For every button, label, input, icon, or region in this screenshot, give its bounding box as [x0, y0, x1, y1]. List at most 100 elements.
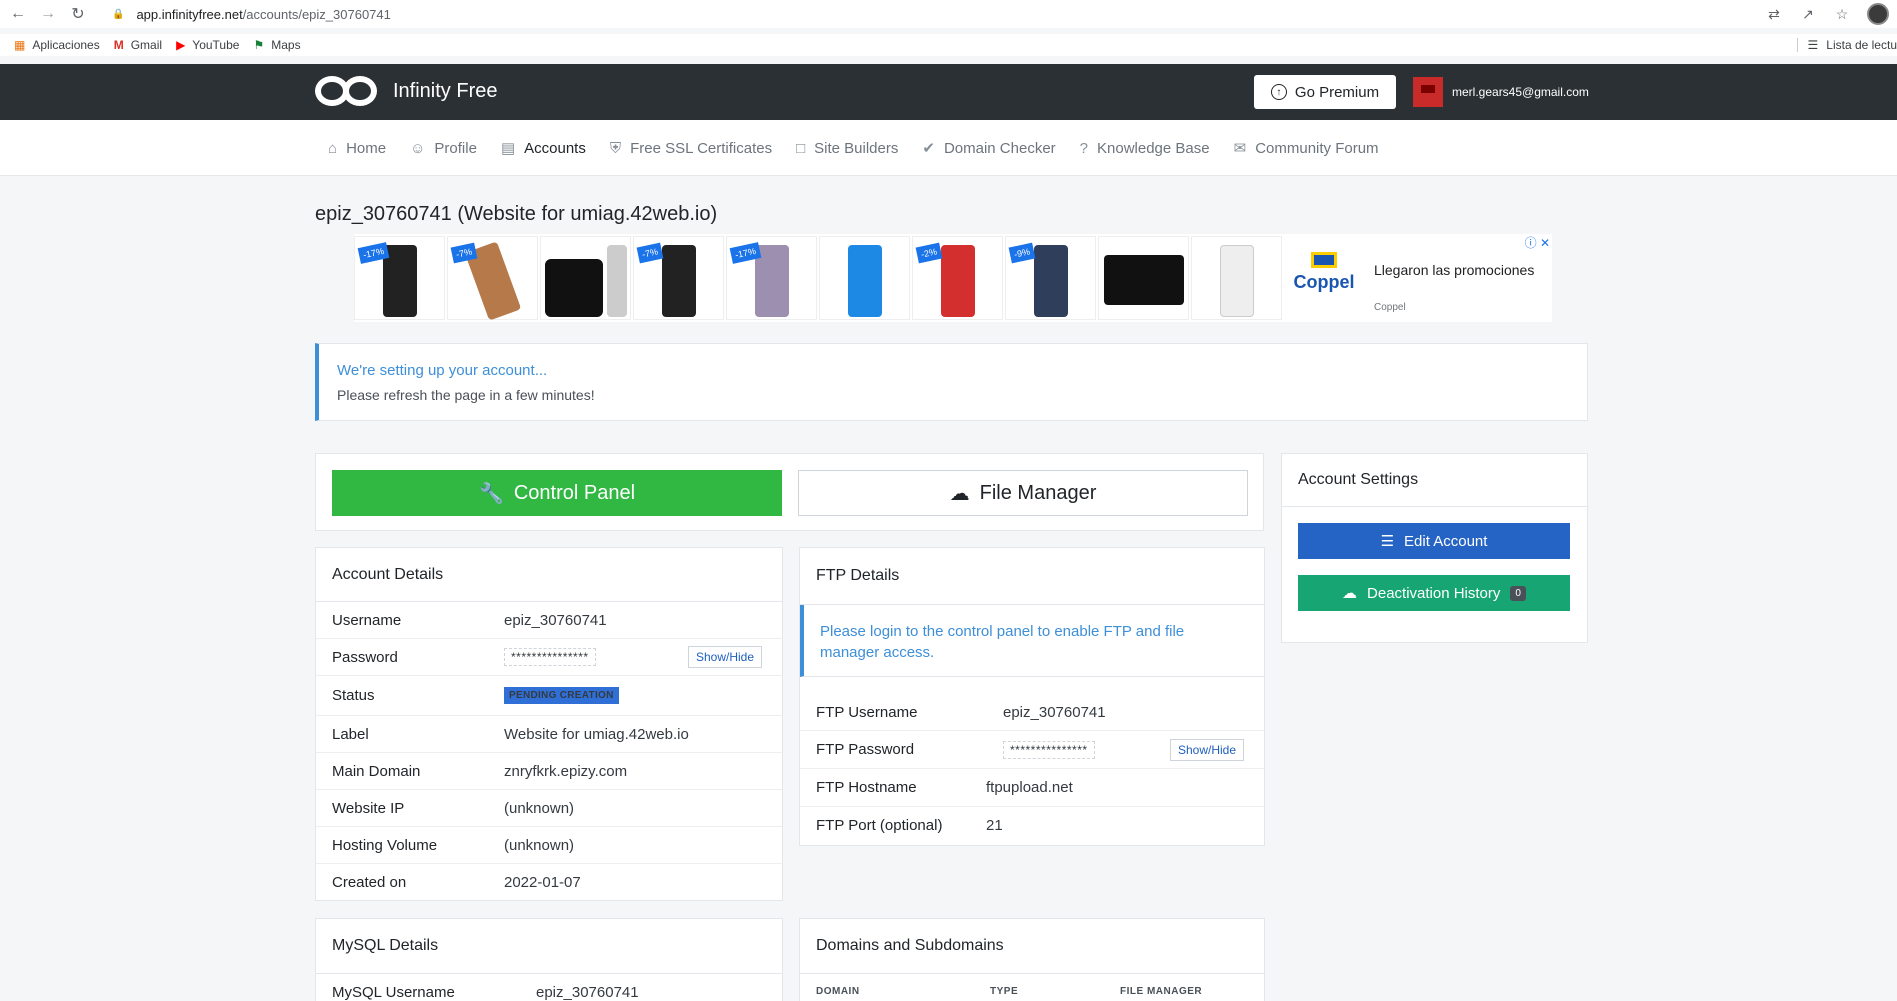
ad-product[interactable]: -17%	[354, 236, 445, 320]
coppel-logo: Coppel	[1288, 252, 1360, 293]
status-badge: PENDING CREATION	[504, 687, 619, 704]
forum-icon: ✉	[1233, 140, 1247, 157]
nav-item-profile[interactable]: ☺ Profile	[410, 139, 477, 157]
deactivation-history-button[interactable]: ☁ Deactivation History 0	[1298, 575, 1570, 611]
nav-item-site-builders[interactable]: □ Site Builders	[796, 139, 898, 157]
page-title: epiz_30760741 (Website for umiag.42web.i…	[315, 203, 718, 225]
ad-source: Coppel	[1374, 302, 1406, 313]
ad-product[interactable]	[819, 236, 910, 320]
bookmark-youtube[interactable]: ▶ YouTube	[176, 38, 239, 52]
history-count-badge: 0	[1510, 585, 1526, 601]
table-row: Hosting Volume (unknown)	[316, 827, 782, 864]
ad-product[interactable]	[1098, 236, 1189, 320]
maps-icon: ⚑	[253, 38, 265, 52]
sliders-icon: ☰	[1380, 533, 1395, 550]
logo-text: Infinity Free	[393, 79, 498, 102]
ad-product[interactable]	[540, 236, 631, 320]
control-panel-button[interactable]: 🔧 Control Panel	[332, 470, 782, 516]
user-menu[interactable]: merl.gears45@gmail.com	[1413, 77, 1589, 107]
ftp-details-title: FTP Details	[800, 548, 1264, 605]
file-manager-button[interactable]: ☁ File Manager	[798, 470, 1248, 516]
paint-roller-icon: □	[796, 139, 806, 157]
nav-item-accounts[interactable]: ▤ Accounts	[500, 139, 586, 158]
account-details-title: Account Details	[316, 548, 782, 602]
nav-item-home[interactable]: ⌂ Home	[328, 139, 386, 157]
account-details-card: Account Details Username epiz_30760741 P…	[315, 547, 783, 901]
account-settings-title: Account Settings	[1282, 454, 1587, 507]
bookmarks-bar: ▦ Aplicaciones M Gmail ▶ YouTube ⚑ Maps ☰ Lis…	[0, 34, 1897, 56]
forward-icon[interactable]: →	[36, 2, 60, 26]
password-show-hide-button[interactable]: Show/Hide	[688, 646, 763, 668]
table-row: Password *************** Show/Hide	[316, 639, 782, 676]
user-icon: ☺	[410, 139, 426, 157]
column-header-type: TYPE	[990, 986, 1019, 997]
created-on-value: 2022-01-07	[504, 874, 581, 891]
bookmark-apps[interactable]: ▦ Aplicaciones	[14, 38, 100, 52]
alert-title: We're setting up your account...	[337, 362, 548, 379]
apps-grid-icon: ▦	[14, 38, 26, 52]
profile-avatar[interactable]	[1867, 3, 1889, 25]
table-row: Main Domain znryfkrk.epizy.com	[316, 753, 782, 790]
avatar	[1413, 77, 1443, 107]
actions-card: 🔧 Control Panel ☁ File Manager	[315, 453, 1264, 531]
url-path: /accounts/epiz_30760741	[242, 6, 391, 22]
site-header: Infinity Free ↑ Go Premium merl.gears45@…	[0, 64, 1897, 120]
account-settings-card: Account Settings ☰ Edit Account ☁ Deacti…	[1281, 453, 1588, 643]
mysql-details-card: MySQL Details MySQL Username epiz_307607…	[315, 918, 783, 1001]
hosting-volume-value: (unknown)	[504, 836, 575, 854]
check-circle-icon: ✔	[922, 140, 935, 157]
ad-product[interactable]: -9%	[1005, 236, 1096, 320]
ftp-username-value: epiz_30760741	[1003, 703, 1106, 721]
ad-headline: Llegaron las promociones	[1374, 262, 1535, 278]
ftp-password-show-hide-button[interactable]: Show/Hide	[1170, 738, 1245, 761]
nav-item-community-forum[interactable]: ✉ Community Forum	[1233, 139, 1379, 158]
address-bar[interactable]: 🔒 app.infinityfree.net /accounts/epiz_30…	[112, 7, 391, 22]
ad-product[interactable]: -17%	[726, 236, 817, 320]
table-row: Website IP (unknown)	[316, 790, 782, 827]
nav-item-domain-checker[interactable]: ✔ Domain Checker	[922, 139, 1055, 158]
back-icon[interactable]: ←	[6, 2, 30, 26]
home-icon: ⌂	[328, 139, 338, 157]
username-value: epiz_30760741	[504, 611, 607, 629]
ad-product[interactable]	[1191, 236, 1282, 320]
ad-product[interactable]: -7%	[447, 236, 538, 321]
translate-icon[interactable]: ⇄	[1765, 6, 1783, 23]
infinity-logo-icon	[315, 74, 379, 108]
gmail-icon: M	[113, 38, 124, 52]
ad-banner[interactable]: -17% -7% -7% -17% -2% -9% Coppel Llegaro…	[354, 234, 1552, 322]
ad-product[interactable]: -7%	[633, 236, 724, 320]
browser-toolbar: ← → ↻ 🔒 app.infinityfree.net /accounts/e…	[0, 0, 1897, 28]
table-row: Status PENDING CREATION	[316, 676, 782, 716]
wrench-icon: 🔧	[478, 482, 504, 505]
edit-account-button[interactable]: ☰ Edit Account	[1298, 523, 1570, 559]
password-mask: ***************	[504, 648, 596, 666]
reload-icon[interactable]: ↻	[66, 2, 90, 26]
column-header-file-manager: FILE MANAGER	[1120, 986, 1203, 997]
table-row: MySQL Username epiz_30760741	[332, 984, 639, 1001]
ftp-password-mask: ***************	[1003, 740, 1095, 759]
label-value: Website for umiag.42web.io	[504, 725, 689, 743]
share-icon[interactable]: ↗	[1799, 6, 1817, 23]
logo[interactable]: Infinity Free	[315, 74, 497, 108]
nav-item-ssl[interactable]: ⛨ Free SSL Certificates	[610, 139, 772, 157]
go-premium-button[interactable]: ↑ Go Premium	[1254, 75, 1396, 109]
accounts-icon: ▤	[500, 140, 516, 157]
bookmark-maps[interactable]: ⚑ Maps	[253, 38, 300, 52]
star-icon[interactable]: ☆	[1833, 6, 1851, 23]
reading-list[interactable]: ☰ Lista de lectu	[1796, 38, 1897, 52]
close-icon[interactable]: ⓘ ✕	[1525, 234, 1550, 251]
url-host: app.infinityfree.net	[136, 6, 243, 22]
table-row: Label Website for umiag.42web.io	[316, 716, 782, 753]
youtube-icon: ▶	[176, 38, 186, 52]
ftp-port-value: 21	[986, 817, 1003, 834]
ftp-hostname-value: ftpupload.net	[986, 779, 1073, 796]
nav-item-knowledge-base[interactable]: ? Knowledge Base	[1080, 139, 1210, 157]
bookmark-gmail[interactable]: M Gmail	[114, 38, 162, 52]
table-row: FTP Port (optional) 21	[816, 817, 1003, 834]
cloud-off-icon: ☁	[1342, 585, 1358, 602]
table-row: Created on 2022-01-07	[332, 874, 581, 891]
domains-card: Domains and Subdomains DOMAIN TYPE FILE …	[799, 918, 1265, 1001]
reading-list-icon: ☰	[1807, 38, 1819, 52]
main-nav: ⌂ Home ☺ Profile ▤ Accounts ⛨ Free SSL Certi…	[0, 120, 1897, 176]
ad-product[interactable]: -2%	[912, 236, 1003, 320]
